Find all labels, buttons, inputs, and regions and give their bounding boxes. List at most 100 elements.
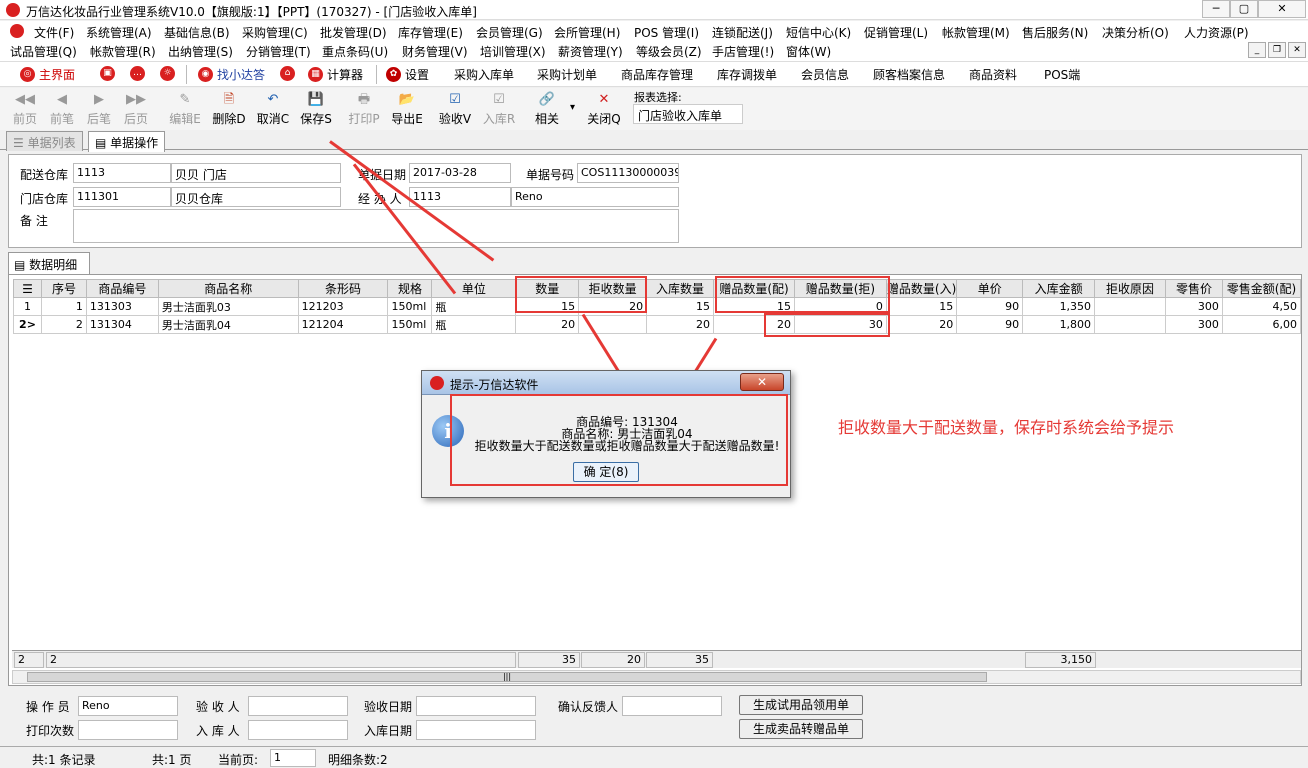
stocker-field[interactable] [248,720,348,740]
cell-code[interactable]: 131303 [85,297,159,316]
cell-reason[interactable] [1094,297,1166,316]
cell-barcode[interactable]: 121203 [297,297,389,316]
store-code-field[interactable]: 111301 [73,187,171,207]
cell-gift-delivered[interactable]: 20 [713,315,795,334]
handler-name-field[interactable]: Reno [511,187,679,207]
menu-sms[interactable]: 短信中心(K) [786,24,851,41]
close-form-button[interactable]: ✕ 关闭Q [585,92,623,127]
menu-chain-delivery[interactable]: 连锁配送(J) [712,24,773,41]
col-name[interactable]: 商品名称 [157,279,299,298]
operator-field[interactable]: Reno [78,696,178,716]
col-barcode[interactable]: 条形码 [297,279,389,298]
quick-member-info[interactable]: 会员信息 [801,66,849,83]
cell-unit[interactable]: 瓶 [431,297,517,316]
chat-button[interactable]: … [130,66,149,81]
col-reject[interactable]: 拒收数量 [578,279,648,298]
generate-trial-button[interactable]: 生成试用品领用单 [739,695,863,715]
verify-button[interactable]: ☑ 验收V [436,92,474,127]
col-retail-amount[interactable]: 零售金额(配) [1221,279,1302,298]
menu-distribution[interactable]: 分销管理(T) [246,43,311,60]
menu-member[interactable]: 会员管理(G) [476,24,543,41]
cell-code[interactable]: 131304 [85,315,159,334]
menu-salary[interactable]: 薪资管理(Y) [558,43,623,60]
col-seq[interactable]: 序号 [40,279,87,298]
cell-seq[interactable]: 1 [40,297,87,316]
stock-in-button[interactable]: ☑ 入库R [480,92,518,127]
save-button[interactable]: 💾 保存S [297,92,335,127]
table-row[interactable]: 2> 2 131304 男士洁面乳04 121204 150ml 瓶 20 20… [13,315,1302,334]
row-indicator[interactable]: 1 [13,297,42,316]
quick-pos[interactable]: POS端 [1044,66,1080,83]
print-count-field[interactable] [78,720,178,740]
cell-gift-rejected[interactable]: 30 [793,315,887,334]
stock-date-field[interactable] [416,720,536,740]
row-select-header[interactable]: ☰ [13,279,42,298]
maximize-button[interactable]: ▢ [1230,0,1258,18]
current-page-input[interactable]: 1 [270,749,316,767]
cancel-button[interactable]: ↶ 取消C [254,92,292,127]
next-record-button[interactable]: ▶ 后笔 [80,92,118,127]
edit-button[interactable]: ✎ 编辑E [166,92,204,127]
dialog-ok-button[interactable]: 确 定(8) [573,462,639,482]
menu-system[interactable]: 系统管理(A) [86,24,152,41]
menu-accounts-2[interactable]: 帐款管理(R) [90,43,156,60]
last-page-button[interactable]: ▶▶ 后页 [117,92,155,127]
menu-after-sales[interactable]: 售后服务(N) [1022,24,1088,41]
quick-stock-manage[interactable]: 商品库存管理 [621,66,693,83]
bulb-button[interactable]: ☼ [160,66,179,81]
feedback-field[interactable] [622,696,722,716]
row-indicator[interactable]: 2> [13,315,42,334]
cell-barcode[interactable]: 121204 [297,315,389,334]
cell-price[interactable]: 90 [956,315,1024,334]
prev-record-button[interactable]: ◀ 前笔 [43,92,81,127]
warehouse-name-field[interactable]: 贝贝 门店 [171,163,341,183]
cell-qty[interactable]: 15 [515,297,580,316]
cell-reject[interactable] [578,315,648,334]
export-button[interactable]: 📂 导出E [388,92,426,127]
date-field[interactable]: 2017-03-28 [409,163,511,183]
cell-instock[interactable]: 15 [646,297,715,316]
menu-club[interactable]: 会所管理(H) [554,24,620,41]
cell-retail[interactable]: 300 [1164,297,1223,316]
generate-gift-button[interactable]: 生成卖品转赠品单 [739,719,863,739]
report-select[interactable]: 门店验收入库单 [633,104,743,124]
house-button[interactable]: ⌂ [280,66,299,81]
docno-field[interactable]: COS11130000039 [577,163,679,183]
quick-purchase-in[interactable]: 采购入库单 [454,66,514,83]
menu-window[interactable]: 窗体(W) [786,43,831,60]
menu-hand-store[interactable]: 手店管理(!) [712,43,774,60]
cell-qty[interactable]: 20 [515,315,580,334]
cell-gift-in[interactable]: 15 [885,297,958,316]
menu-file[interactable]: 文件(F) [34,24,74,41]
tab-doc-ops[interactable]: ▤ 单据操作 [88,131,166,152]
cell-retail[interactable]: 300 [1164,315,1223,334]
mdi-close-button[interactable]: ✕ [1288,42,1306,58]
menu-purchase[interactable]: 采购管理(C) [242,24,308,41]
cell-price[interactable]: 90 [956,297,1024,316]
col-amount[interactable]: 入库金额 [1022,279,1096,298]
dialog-close-button[interactable]: ✕ [740,373,784,391]
menu-training[interactable]: 培训管理(X) [480,43,546,60]
cell-amount[interactable]: 1,350 [1022,297,1096,316]
quick-product-data[interactable]: 商品资料 [969,66,1017,83]
first-page-button[interactable]: ◀◀ 前页 [6,92,44,127]
mdi-minimize-button[interactable]: _ [1248,42,1266,58]
close-window-button[interactable]: ✕ [1258,0,1306,18]
dialog-title-bar[interactable]: 提示-万信达软件 ✕ [422,371,790,395]
col-unit[interactable]: 单位 [431,279,517,298]
cell-gift-rejected[interactable]: 0 [793,297,887,316]
cell-spec[interactable]: 150ml [387,315,433,334]
quick-transfer[interactable]: 库存调拨单 [717,66,777,83]
menu-level-member[interactable]: 等级会员(Z) [636,43,702,60]
menu-hr[interactable]: 人力资源(P) [1184,24,1249,41]
col-retail[interactable]: 零售价 [1164,279,1223,298]
home-button[interactable]: ◎ 主界面 [20,66,75,83]
col-spec[interactable]: 规格 [387,279,433,298]
menu-basic-info[interactable]: 基础信息(B) [164,24,230,41]
tab-data-detail[interactable]: ▤ 数据明细 [8,252,90,274]
col-price[interactable]: 单价 [956,279,1024,298]
checker-field[interactable] [248,696,348,716]
warehouse-code-field[interactable]: 1113 [73,163,171,183]
menu-trial[interactable]: 试品管理(Q) [10,43,77,60]
col-instock[interactable]: 入库数量 [646,279,715,298]
